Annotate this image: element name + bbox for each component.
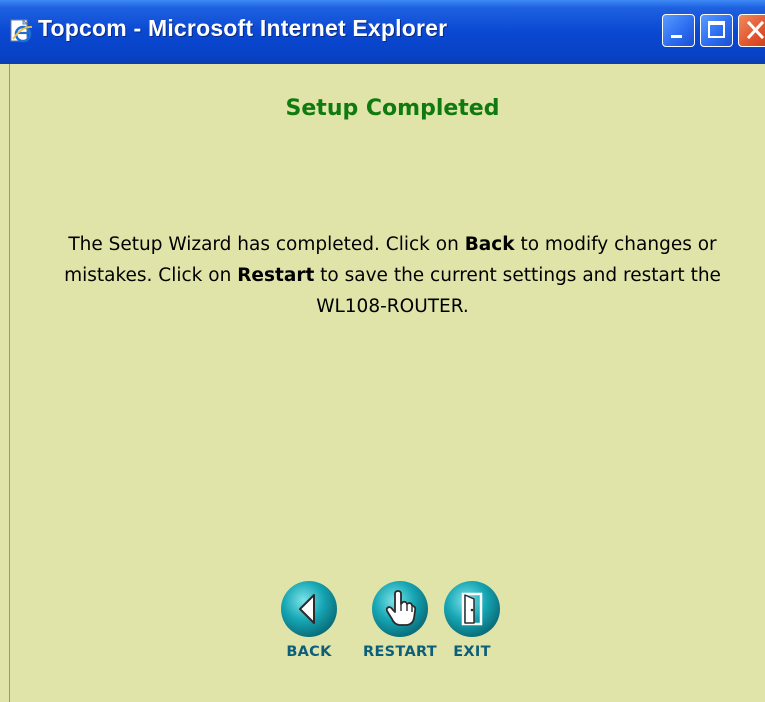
minimize-icon: [671, 35, 682, 38]
window-title: Topcom - Microsoft Internet Explorer: [38, 15, 448, 41]
exit-button-label: EXIT: [453, 644, 491, 660]
page-content: Setup Completed The Setup Wizard has com…: [10, 64, 765, 702]
message-restart-keyword: Restart: [237, 265, 315, 286]
close-button[interactable]: [738, 14, 765, 47]
message-text-1: The Setup Wizard has completed. Click on: [68, 234, 465, 255]
message-text-3: to save the current settings and restart…: [314, 265, 721, 317]
completion-message: The Setup Wizard has completed. Click on…: [40, 229, 745, 322]
ie-page-icon[interactable]: [8, 18, 34, 44]
minimize-button[interactable]: [662, 14, 695, 47]
door-exit-icon[interactable]: [443, 580, 501, 638]
restart-button-label: RESTART: [362, 644, 437, 660]
page-heading: Setup Completed: [285, 96, 500, 121]
back-button-label: BACK: [286, 644, 332, 660]
message-back-keyword: Back: [464, 234, 515, 255]
browser-window: Topcom - Microsoft Internet Explorer Set…: [0, 0, 765, 702]
maximize-button[interactable]: [700, 14, 733, 47]
window-left-border: [0, 64, 10, 702]
hand-pointer-icon[interactable]: [371, 580, 429, 638]
title-bar[interactable]: Topcom - Microsoft Internet Explorer: [0, 0, 765, 64]
arrow-left-icon[interactable]: [280, 580, 338, 638]
close-icon: [746, 20, 765, 40]
maximize-icon: [708, 21, 725, 38]
